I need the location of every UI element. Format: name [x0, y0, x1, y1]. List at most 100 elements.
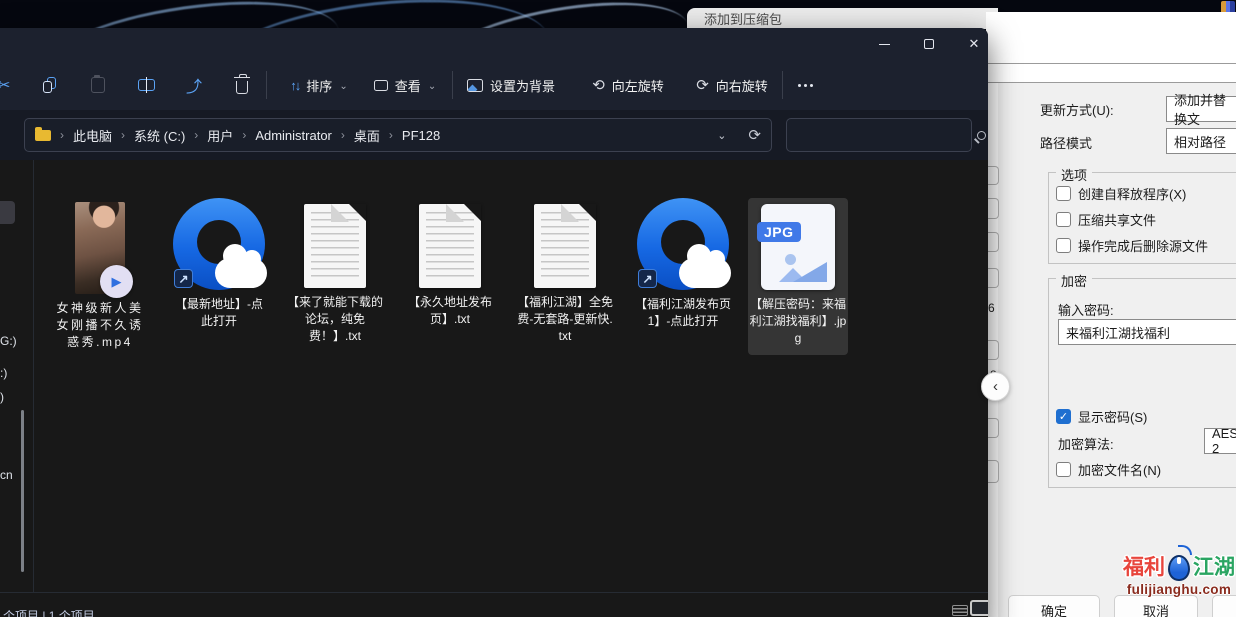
copy-button[interactable]	[36, 60, 64, 110]
play-icon: ▶	[100, 265, 133, 298]
chevron-down-icon: ⌄	[428, 81, 436, 92]
chevron-right-icon: ›	[389, 128, 393, 142]
paste-button[interactable]	[84, 60, 112, 110]
share-button[interactable]: ⤴	[180, 60, 208, 110]
delete-button[interactable]	[228, 60, 256, 110]
paste-icon	[91, 77, 105, 93]
help-button-fragment[interactable]	[1212, 595, 1236, 617]
mouse-icon	[1168, 551, 1190, 581]
covered-control-fragment	[988, 198, 999, 219]
sfx-checkbox-label: 创建自释放程序(X)	[1078, 184, 1186, 203]
browser-icon: ↗	[173, 198, 265, 290]
set-background-button[interactable]: 设置为背景	[462, 60, 560, 110]
rotate-left-label: 向左旋转	[612, 76, 664, 95]
watermark-brand-right: 江湖	[1193, 551, 1235, 581]
sidebar-item-fragment: cn	[0, 468, 13, 482]
rotate-right-button[interactable]: ⟳ 向右旋转	[686, 60, 778, 110]
update-mode-select[interactable]: 添加并替换文	[1166, 96, 1236, 122]
breadcrumb-users[interactable]: 用户	[207, 126, 233, 145]
address-band: › 此电脑 › 系统 (C:) › 用户 › Administrator › 桌…	[0, 110, 988, 160]
file-item-text[interactable]: 【永久地址发布页】.txt	[402, 198, 498, 328]
chevron-right-icon: ›	[194, 128, 198, 142]
algorithm-select[interactable]: AES-2	[1204, 428, 1236, 454]
close-button[interactable]: ✕	[952, 28, 988, 60]
covered-number-fragment: 6	[988, 301, 995, 315]
delete-source-checkbox-label: 操作完成后删除源文件	[1078, 236, 1208, 255]
rotate-right-label: 向右旋转	[716, 76, 768, 95]
file-item-shortcut[interactable]: ↗ 【福利江湖发布页1】-点此打开	[635, 198, 731, 330]
explorer-titlebar[interactable]: ✕	[0, 28, 988, 60]
address-bar[interactable]: › 此电脑 › 系统 (C:) › 用户 › Administrator › 桌…	[24, 118, 772, 152]
toolbar-separator	[782, 71, 783, 99]
minimize-button[interactable]	[862, 28, 906, 60]
status-text: 个项目 | 1 个项目	[3, 607, 95, 617]
checkbox-row-show-password[interactable]: ✓ 显示密码(S)	[1056, 407, 1147, 426]
file-name: 【福利江湖】全免费-无套路-更新快.txt	[517, 294, 613, 345]
breadcrumb-pf128[interactable]: PF128	[402, 128, 440, 143]
sort-button[interactable]: ↑↓ 排序 ⌄	[284, 60, 354, 110]
watermark: 福利 江湖 fulijianghu.com	[1122, 551, 1236, 597]
covered-control-fragment	[988, 340, 999, 360]
maximize-button[interactable]	[907, 28, 951, 60]
jpg-badge: JPG	[757, 222, 801, 242]
show-password-checkbox[interactable]: ✓	[1056, 409, 1071, 424]
sidebar-splitter[interactable]	[33, 160, 34, 592]
search-input[interactable]	[797, 127, 977, 144]
ellipsis-icon	[798, 84, 813, 87]
sfx-checkbox[interactable]	[1056, 186, 1071, 201]
password-label: 输入密码:	[1058, 300, 1114, 319]
update-mode-label: 更新方式(U):	[1040, 100, 1114, 119]
sidebar-item-fragment: G:)	[0, 334, 17, 348]
share-files-checkbox[interactable]	[1056, 212, 1071, 227]
command-bar: ✂ ⤴ ↑↓ 排序 ⌄	[0, 60, 988, 110]
address-dropdown-icon[interactable]: ⌄	[717, 129, 726, 142]
encrypt-names-checkbox[interactable]	[1056, 462, 1071, 477]
view-button[interactable]: 查看 ⌄	[370, 60, 440, 110]
file-item-text[interactable]: 【来了就能下载的论坛，纯免费！】.txt	[287, 198, 383, 345]
delete-source-checkbox[interactable]	[1056, 238, 1071, 253]
file-list-area[interactable]: G:) :) ) cn ▶ 女神级新人美女刚播不久诱惑秀.mp4 ↗ 【最新地址…	[0, 160, 988, 592]
sidebar-item-fragment: )	[0, 390, 4, 404]
toolbar-separator	[266, 71, 267, 99]
details-view-toggle[interactable]	[952, 605, 968, 616]
panel-collapse-button[interactable]: ‹	[981, 372, 1010, 401]
chevron-down-icon: ⌄	[339, 81, 347, 92]
file-item-video[interactable]: ▶ 女神级新人美女刚播不久诱惑秀.mp4	[52, 198, 148, 351]
cancel-button[interactable]: 取消	[1114, 595, 1198, 617]
more-options-button[interactable]	[790, 60, 820, 110]
encrypt-names-label: 加密文件名(N)	[1078, 460, 1161, 479]
copy-icon	[42, 77, 58, 93]
trash-icon	[236, 81, 248, 94]
checkbox-row-delete-source[interactable]: 操作完成后删除源文件	[1056, 236, 1208, 255]
text-file-icon	[304, 204, 366, 288]
breadcrumb-desktop[interactable]: 桌面	[354, 126, 380, 145]
chevron-right-icon: ›	[242, 128, 246, 142]
ok-button[interactable]: 确定	[1008, 595, 1100, 617]
archive-dialog-title: 添加到压缩包	[704, 9, 782, 28]
path-mode-select[interactable]: 相对路径	[1166, 128, 1236, 154]
rename-button[interactable]	[132, 60, 160, 110]
jpg-file-icon: JPG	[761, 204, 835, 290]
check-icon: ✓	[1059, 410, 1068, 423]
view-label: 查看	[395, 76, 421, 95]
checkbox-row-encrypt-names[interactable]: 加密文件名(N)	[1056, 460, 1161, 479]
file-item-shortcut[interactable]: ↗ 【最新地址】-点此打开	[171, 198, 267, 330]
breadcrumb-administrator[interactable]: Administrator	[255, 128, 332, 143]
sidebar-item-fragment	[0, 201, 15, 224]
rotate-left-button[interactable]: ⟲ 向左旋转	[582, 60, 674, 110]
sidebar-scrollbar-thumb[interactable]	[21, 410, 24, 572]
breadcrumb-this-pc[interactable]: 此电脑	[73, 126, 112, 145]
checkbox-row-sfx[interactable]: 创建自释放程序(X)	[1056, 184, 1186, 203]
checkbox-row-share[interactable]: 压缩共享文件	[1056, 210, 1156, 229]
thumbnail-view-toggle[interactable]	[970, 600, 988, 616]
refresh-icon[interactable]: ⟳	[748, 126, 761, 144]
file-item-image-selected[interactable]: JPG 【解压密码：来福利江湖找福利】.jpg	[748, 198, 848, 355]
search-box[interactable]	[786, 118, 972, 152]
password-input[interactable]: 来福利江湖找福利	[1058, 319, 1236, 345]
shortcut-arrow-icon: ↗	[174, 269, 193, 288]
breadcrumb-drive-c[interactable]: 系统 (C:)	[134, 126, 185, 145]
file-item-text[interactable]: 【福利江湖】全免费-无套路-更新快.txt	[517, 198, 613, 345]
archive-dialog-titlebar[interactable]: 添加到压缩包	[687, 8, 998, 29]
chevron-left-icon: ‹	[993, 378, 998, 395]
cut-button[interactable]: ✂	[0, 60, 18, 110]
